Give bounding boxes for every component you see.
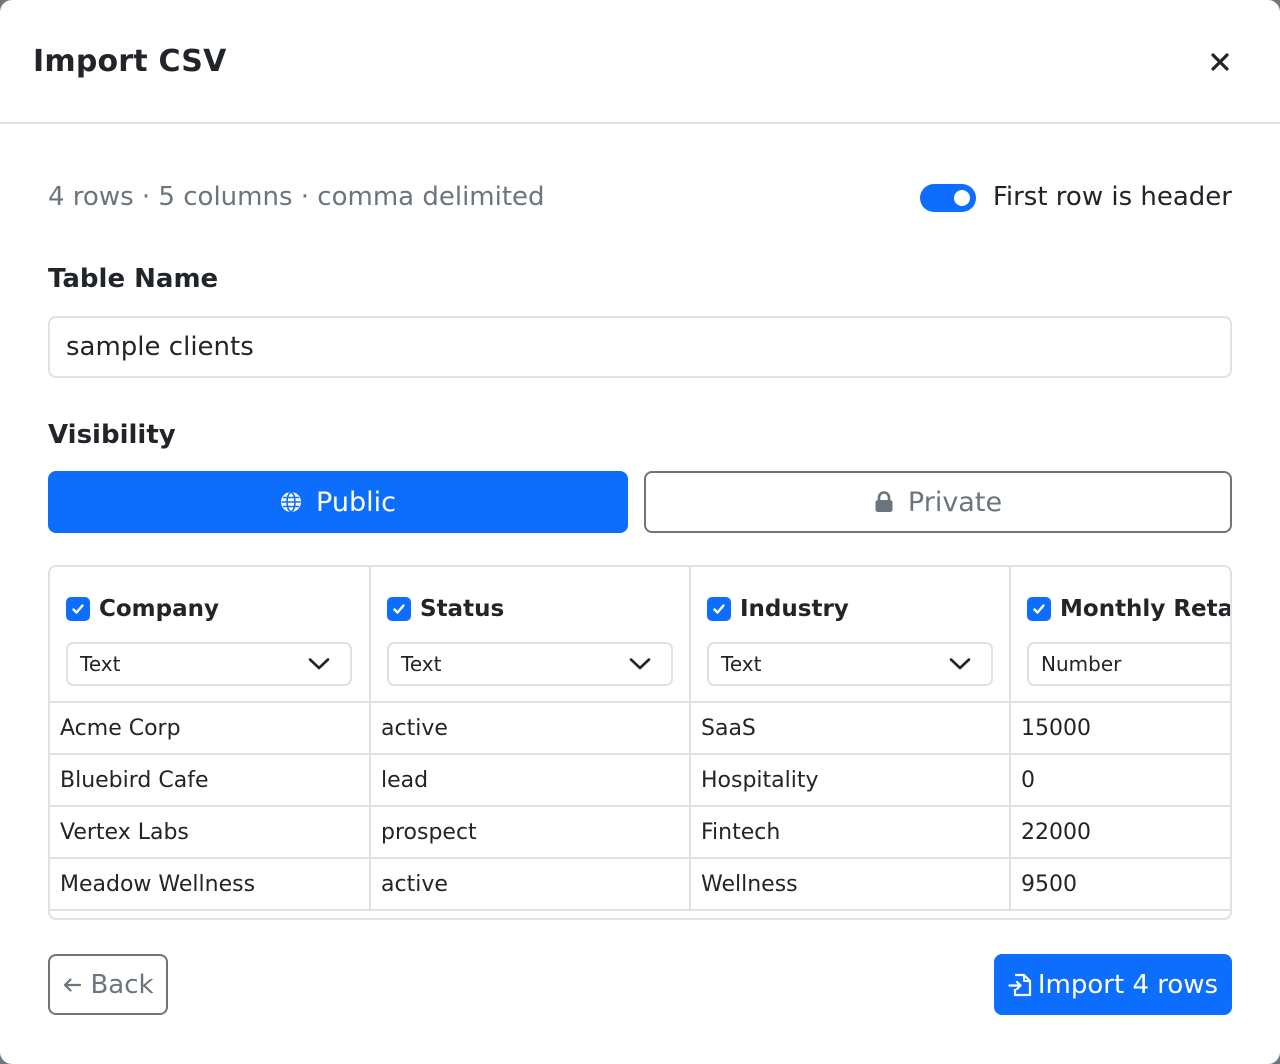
table-row: Meadow Wellness active Wellness 9500 xyxy=(50,858,1230,911)
back-button-label: Back xyxy=(90,969,154,1000)
column-type-select-status[interactable]: Text xyxy=(387,642,673,686)
visibility-label: Visibility xyxy=(48,420,176,450)
column-header-status: Status Text xyxy=(370,567,691,703)
back-button[interactable]: Back xyxy=(48,954,168,1015)
file-import-icon xyxy=(1008,973,1031,996)
preview-table-container[interactable]: Company Text Status Text Industry Text M… xyxy=(48,565,1232,920)
column-name: Industry xyxy=(740,596,849,622)
visibility-private-button[interactable]: Private xyxy=(644,471,1232,533)
table-cell: Hospitality xyxy=(690,754,1011,807)
visibility-private-label: Private xyxy=(907,486,1003,518)
table-cell: Vertex Labs xyxy=(50,806,371,859)
column-header-company: Company Text xyxy=(50,567,371,703)
column-name: Monthly Retaine xyxy=(1060,596,1232,622)
table-cell: Bluebird Cafe xyxy=(50,754,371,807)
globe-icon xyxy=(281,491,302,513)
column-type-select-monthly-retainer[interactable]: Number xyxy=(1027,642,1230,686)
visibility-public-label: Public xyxy=(316,486,396,518)
column-header-monthly-retainer: Monthly Retaine Number xyxy=(1010,567,1232,703)
table-cell: Acme Corp xyxy=(50,702,371,755)
check-icon xyxy=(393,604,405,614)
table-cell: 9500 xyxy=(1010,858,1230,911)
table-row: Acme Corp active SaaS 15000 xyxy=(50,702,1230,755)
table-cell: active xyxy=(370,858,691,911)
column-type-select-industry[interactable]: Text xyxy=(707,642,993,686)
first-row-header-label: First row is header xyxy=(992,182,1232,212)
import-button-label: Import 4 rows xyxy=(1037,969,1219,1000)
table-row: Bluebird Cafe lead Hospitality 0 xyxy=(50,754,1230,807)
column-include-checkbox-company[interactable] xyxy=(66,597,90,621)
modal-title: Import CSV xyxy=(33,44,227,79)
chevron-down-icon xyxy=(308,658,330,670)
table-cell: lead xyxy=(370,754,691,807)
first-row-header-toggle[interactable] xyxy=(919,184,976,212)
import-button[interactable]: Import 4 rows xyxy=(994,954,1232,1015)
column-type-value: Text xyxy=(721,652,762,676)
import-summary: 4 rows · 5 columns · comma delimited xyxy=(48,182,545,212)
column-include-checkbox-industry[interactable] xyxy=(707,597,731,621)
column-name: Company xyxy=(99,596,219,622)
table-cell: Wellness xyxy=(690,858,1011,911)
table-cell: 15000 xyxy=(1010,702,1230,755)
column-name: Status xyxy=(420,596,505,622)
column-type-value: Text xyxy=(80,652,121,676)
table-name-input[interactable] xyxy=(48,316,1232,378)
chevron-down-icon xyxy=(949,658,971,670)
column-header-industry: Industry Text xyxy=(690,567,1011,703)
column-type-value: Text xyxy=(401,652,442,676)
visibility-public-button[interactable]: Public xyxy=(48,471,628,533)
table-cell: 22000 xyxy=(1010,806,1230,859)
lock-icon xyxy=(875,491,893,512)
import-csv-modal: Import CSV 4 rows · 5 columns · comma de… xyxy=(0,0,1280,1064)
header-toggle-group: First row is header xyxy=(919,182,1232,212)
check-icon xyxy=(1033,604,1045,614)
column-include-checkbox-monthly-retainer[interactable] xyxy=(1027,597,1051,621)
table-row: Vertex Labs prospect Fintech 22000 xyxy=(50,806,1230,859)
preview-table: Company Text Status Text Industry Text M… xyxy=(50,567,1232,911)
check-icon xyxy=(72,604,84,614)
table-cell: active xyxy=(370,702,691,755)
table-cell: prospect xyxy=(370,806,691,859)
modal-header: Import CSV xyxy=(0,0,1280,124)
table-cell: 0 xyxy=(1010,754,1230,807)
arrow-left-icon xyxy=(64,977,82,992)
check-icon xyxy=(713,604,725,614)
close-icon xyxy=(1211,53,1229,71)
table-name-label: Table Name xyxy=(48,264,219,294)
chevron-down-icon xyxy=(629,658,651,670)
close-button[interactable] xyxy=(1200,42,1240,82)
table-cell: Meadow Wellness xyxy=(50,858,371,911)
table-header-row: Company Text Status Text Industry Text M… xyxy=(50,567,1232,703)
column-type-select-company[interactable]: Text xyxy=(66,642,352,686)
table-cell: SaaS xyxy=(690,702,1011,755)
column-type-value: Number xyxy=(1041,652,1122,676)
column-include-checkbox-status[interactable] xyxy=(387,597,411,621)
table-cell: Fintech xyxy=(690,806,1011,859)
